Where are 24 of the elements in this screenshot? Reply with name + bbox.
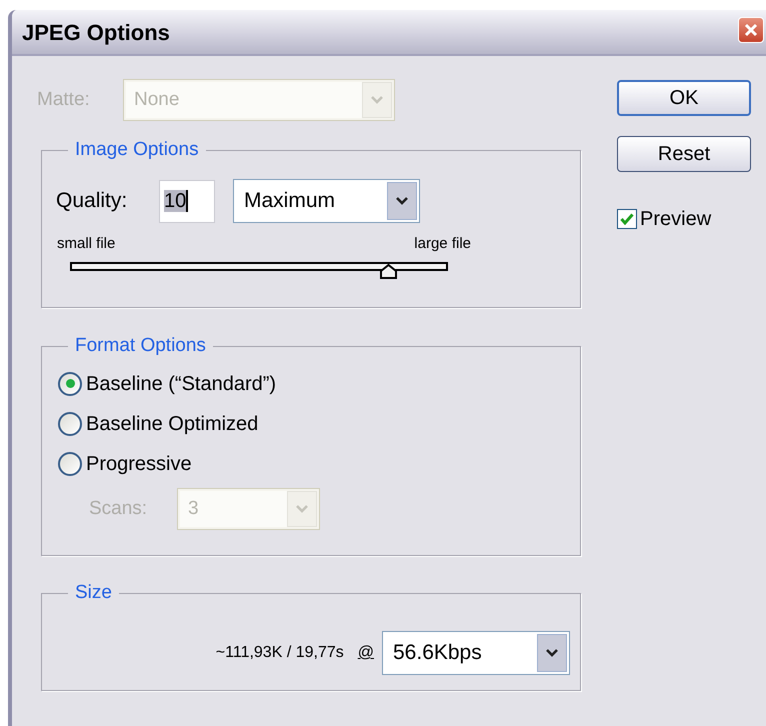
file-size-slider[interactable] <box>70 262 448 278</box>
window-title: JPEG Options <box>22 18 170 47</box>
matte-label: Matte: <box>36 88 91 112</box>
radio-label: Progressive <box>86 452 192 476</box>
size-estimate: ~111,93K / 19,77s <box>216 643 344 663</box>
radio-button[interactable] <box>58 452 82 476</box>
at-label: @ <box>358 643 374 663</box>
radio-button[interactable] <box>58 412 82 436</box>
slider-max-label: large file <box>414 234 471 254</box>
quality-input[interactable]: 10 <box>159 180 215 222</box>
dialog-button[interactable]: OK <box>617 80 751 116</box>
close-icon <box>744 23 758 37</box>
close-button[interactable] <box>738 17 764 43</box>
radio-label: Baseline Optimized <box>86 412 258 436</box>
preview-checkbox[interactable] <box>617 209 637 229</box>
preview-label: Preview <box>640 207 712 232</box>
scans-label: Scans: <box>89 496 148 521</box>
quality-preset-select[interactable]: Maximum <box>233 179 420 223</box>
radio-button[interactable] <box>58 372 82 396</box>
dialog-button[interactable]: Reset <box>617 136 751 172</box>
radio-label: Baseline (“Standard”) <box>86 372 276 396</box>
slider-min-label: small file <box>57 234 116 254</box>
quality-label: Quality: <box>56 188 128 214</box>
connection-speed-select[interactable]: 56.6Kbps <box>382 631 570 675</box>
